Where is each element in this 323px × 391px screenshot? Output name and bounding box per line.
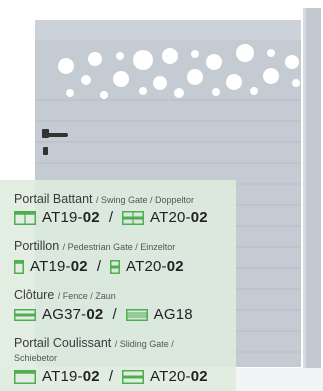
double-panel-icon (14, 210, 36, 225)
separator: / (108, 368, 113, 385)
product-subtitle-continued: Schiebetor (14, 353, 58, 363)
model-code: AT20- (150, 209, 191, 226)
product-title: Portail Battant (14, 192, 93, 206)
product-swing-gate: Portail Battant / Swing Gate / Doppeltor (14, 192, 194, 206)
double-panel-split-icon (122, 210, 144, 225)
product-subtitle: / Sliding Gate / (114, 339, 174, 349)
model-variant: 02 (70, 258, 88, 275)
model-variant: 02 (190, 368, 208, 385)
model-code: AT19- (30, 258, 71, 275)
model-variant: 02 (166, 258, 184, 275)
product-title: Portail Coulissant (14, 336, 112, 350)
fence-slat-icon (125, 308, 148, 321)
product-title: Clôture (14, 288, 55, 302)
single-panel-split-icon (110, 259, 120, 274)
model-variant: 02 (190, 209, 208, 226)
separator: / (108, 209, 113, 226)
product-list-panel: Portail Battant / Swing Gate / Doppeltor… (0, 180, 236, 391)
model-code: AT20- (150, 368, 191, 385)
separator: / (96, 258, 101, 275)
sliding-panel-icon (14, 369, 36, 384)
separator: / (112, 306, 117, 323)
product-sliding-gate: Portail Coulissant / Sliding Gate / Schi… (14, 336, 174, 364)
model-code: AG37- (42, 306, 87, 323)
model-code: AT19- (42, 368, 83, 385)
product-subtitle: / Swing Gate / Doppeltor (96, 195, 195, 205)
model-variant: 02 (82, 368, 100, 385)
model-row: AT19-02 / AT20-02 (14, 368, 208, 385)
product-title: Portillon (14, 239, 60, 253)
product-subtitle: / Fence / Zaun (57, 291, 116, 301)
model-code: AT19- (42, 209, 83, 226)
product-fence: Clôture / Fence / Zaun (14, 288, 116, 302)
model-row: AG37-02 / AG18 (14, 306, 193, 323)
model-code: AG18 (153, 306, 193, 323)
model-variant: 02 (82, 209, 100, 226)
single-panel-icon (14, 259, 24, 274)
product-subtitle: / Pedestrian Gate / Einzeltor (62, 242, 176, 252)
product-pedestrian-gate: Portillon / Pedestrian Gate / Einzeltor (14, 239, 175, 253)
sliding-panel-split-icon (122, 369, 144, 384)
model-variant: 02 (86, 306, 104, 323)
model-row: AT19-02 / AT20-02 (14, 209, 208, 226)
model-row: AT19-02 / AT20-02 (14, 258, 184, 275)
fence-panel-icon (14, 308, 36, 321)
model-code: AT20- (126, 258, 167, 275)
